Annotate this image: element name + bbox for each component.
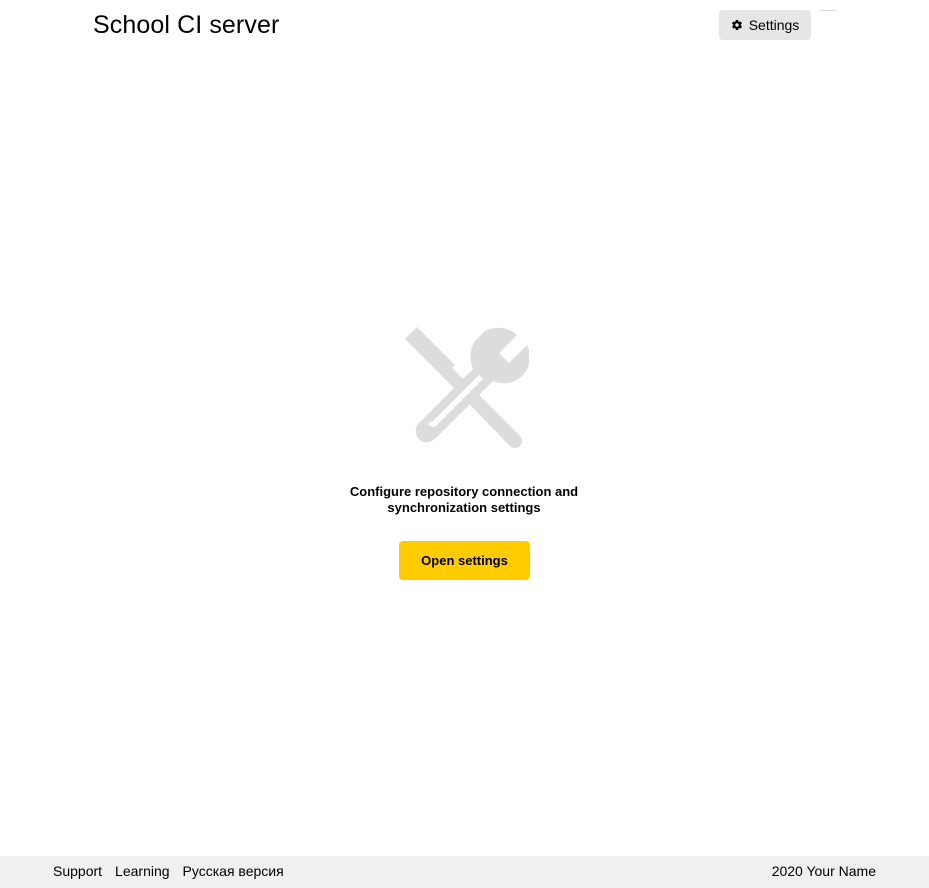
tools-icon (403, 325, 530, 451)
settings-button[interactable]: Settings (719, 10, 811, 40)
footer-link-russian[interactable]: Русская версия (183, 863, 284, 880)
open-settings-button[interactable]: Open settings (399, 541, 530, 580)
page-title: School CI server (93, 11, 280, 39)
footer-links: Support Learning Русская версия (53, 863, 284, 880)
footer-link-support[interactable]: Support (53, 863, 102, 880)
footer: Support Learning Русская версия 2020 You… (0, 856, 929, 888)
header-divider (820, 10, 836, 11)
footer-copyright: 2020 Your Name (771, 863, 876, 879)
footer-link-learning[interactable]: Learning (115, 863, 170, 880)
page: School CI server Settings Configure repo… (0, 0, 929, 888)
configure-message: Configure repository connection and sync… (349, 484, 579, 515)
gear-icon (731, 19, 743, 31)
settings-button-label: Settings (748, 17, 800, 33)
